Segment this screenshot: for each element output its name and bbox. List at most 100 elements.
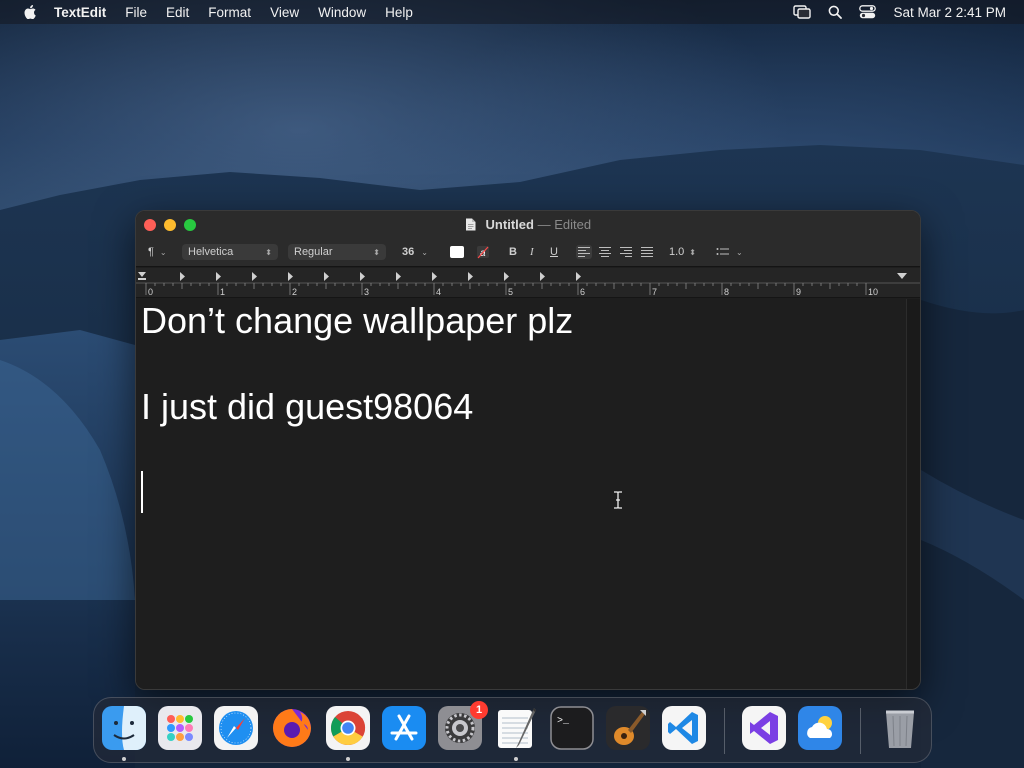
ruler-scale: 0 1 2 3 4 5 6 7 8 9 10 (136, 272, 920, 297)
paragraph-icon: ¶ (148, 246, 154, 258)
ruler-label: 9 (796, 287, 801, 297)
menu-clock[interactable]: Sat Mar 2 2:41 PM (893, 5, 1006, 20)
font-style-select[interactable]: Regular ⬍ (288, 244, 386, 260)
line-spacing-value: 1.0 (669, 246, 685, 258)
app-store-icon[interactable] (382, 706, 426, 750)
running-indicator (514, 757, 518, 761)
firefox-icon[interactable] (270, 706, 314, 750)
highlight-color-button[interactable]: a (476, 243, 490, 261)
title-bar[interactable]: Untitled — Edited ¶ ⌄ Helvetica ⬍ Regula… (136, 211, 920, 267)
notification-badge: 1 (470, 701, 488, 719)
textedit-icon[interactable] (494, 706, 538, 750)
screen-mirroring-icon[interactable] (793, 5, 812, 19)
apple-icon[interactable] (20, 5, 40, 19)
text-color-swatch (450, 246, 464, 258)
align-right-icon (618, 245, 634, 259)
window-title: Untitled — Edited (136, 217, 920, 232)
align-center-button[interactable] (597, 243, 613, 261)
up-down-arrows-icon: ⬍ (689, 247, 696, 257)
underline-button[interactable]: U (550, 243, 558, 261)
finder-icon[interactable] (102, 706, 146, 750)
chevron-down-icon: ⌄ (736, 247, 743, 257)
menu-file[interactable]: File (125, 5, 147, 20)
control-center-icon[interactable] (859, 5, 877, 19)
document-line: Don’t change wallpaper plz (141, 300, 574, 341)
dock-separator (860, 708, 861, 754)
align-center-icon (597, 245, 613, 259)
document-name: Untitled (485, 217, 534, 232)
ruler-label: 2 (292, 287, 297, 297)
italic-button[interactable]: I (530, 243, 534, 261)
ruler[interactable]: 0 1 2 3 4 5 6 7 8 9 10 (136, 268, 920, 298)
font-size-select[interactable]: 36 ⌄ (396, 244, 434, 260)
vertical-scrollbar[interactable] (906, 299, 920, 689)
document-text-area[interactable]: Don’t change wallpaper plz I just did gu… (136, 299, 907, 689)
up-down-arrows-icon: ⬍ (265, 247, 272, 257)
running-indicator (346, 757, 350, 761)
ruler-label: 4 (436, 287, 441, 297)
font-size-value: 36 (402, 246, 415, 258)
document-line (141, 428, 902, 471)
font-family-select[interactable]: Helvetica ⬍ (182, 244, 278, 260)
ruler-label: 7 (652, 287, 657, 297)
ruler-label: 8 (724, 287, 729, 297)
menu-app-name[interactable]: TextEdit (54, 5, 106, 20)
tab-stop-marker[interactable] (216, 272, 221, 281)
ruler-label: 10 (868, 287, 878, 297)
tab-stop-marker[interactable] (504, 272, 509, 281)
paragraph-style-popup[interactable]: ¶ ⌄ (148, 243, 167, 261)
ruler-label: 6 (580, 287, 585, 297)
line-spacing-select[interactable]: 1.0 ⬍ (669, 243, 696, 261)
menu-view[interactable]: View (270, 5, 299, 20)
right-margin-marker[interactable] (897, 273, 907, 279)
chevron-down-icon: ⌄ (421, 247, 428, 257)
trash-icon[interactable] (878, 706, 922, 750)
garageband-icon[interactable] (606, 706, 650, 750)
highlight-color-icon: a (477, 246, 489, 259)
tab-stop-marker[interactable] (576, 272, 581, 281)
text-color-well[interactable] (450, 243, 464, 261)
align-left-button[interactable] (576, 243, 592, 261)
menu-bar: TextEdit File Edit Format View Window He… (0, 0, 1024, 24)
ruler-label: 1 (220, 287, 225, 297)
up-down-arrows-icon: ⬍ (373, 247, 380, 257)
tab-stop-marker[interactable] (252, 272, 257, 281)
justify-button[interactable] (639, 243, 655, 261)
safari-icon[interactable] (214, 706, 258, 750)
text-caret (141, 471, 143, 513)
spotlight-search-icon[interactable] (828, 5, 843, 19)
bold-button[interactable]: B (509, 243, 517, 261)
document-line: I just did guest98064 (141, 386, 474, 427)
visual-studio-icon[interactable] (742, 706, 786, 750)
ruler-label: 5 (508, 287, 513, 297)
launchpad-icon[interactable] (158, 706, 202, 750)
document-icon (465, 218, 476, 231)
dock-separator (724, 708, 725, 754)
align-right-button[interactable] (618, 243, 634, 261)
menu-help[interactable]: Help (385, 5, 413, 20)
tab-stop-marker[interactable] (324, 272, 329, 281)
list-bullets-button[interactable]: ⌄ (716, 243, 743, 261)
tab-stop-marker[interactable] (432, 272, 437, 281)
tab-stop-marker[interactable] (180, 272, 185, 281)
tab-stop-marker[interactable] (540, 272, 545, 281)
menu-window[interactable]: Window (318, 5, 366, 20)
chrome-icon[interactable] (326, 706, 370, 750)
weather-icon[interactable] (798, 706, 842, 750)
edited-status: Edited (554, 217, 592, 232)
textedit-window: Untitled — Edited ¶ ⌄ Helvetica ⬍ Regula… (135, 210, 921, 690)
left-indent-marker[interactable] (138, 272, 146, 280)
font-family-value: Helvetica (188, 246, 234, 258)
align-left-icon (576, 245, 592, 259)
tab-stop-marker[interactable] (396, 272, 401, 281)
menu-format[interactable]: Format (208, 5, 251, 20)
tab-stop-marker[interactable] (288, 272, 293, 281)
tab-stop-marker[interactable] (468, 272, 473, 281)
menu-edit[interactable]: Edit (166, 5, 189, 20)
format-toolbar: ¶ ⌄ Helvetica ⬍ Regular ⬍ 36 ⌄ B I U 1.0… (136, 243, 920, 263)
vscode-icon[interactable] (662, 706, 706, 750)
font-style-value: Regular (294, 246, 333, 258)
title-separator: — (537, 217, 551, 232)
terminal-icon[interactable]: >_ (550, 706, 594, 750)
tab-stop-marker[interactable] (360, 272, 365, 281)
